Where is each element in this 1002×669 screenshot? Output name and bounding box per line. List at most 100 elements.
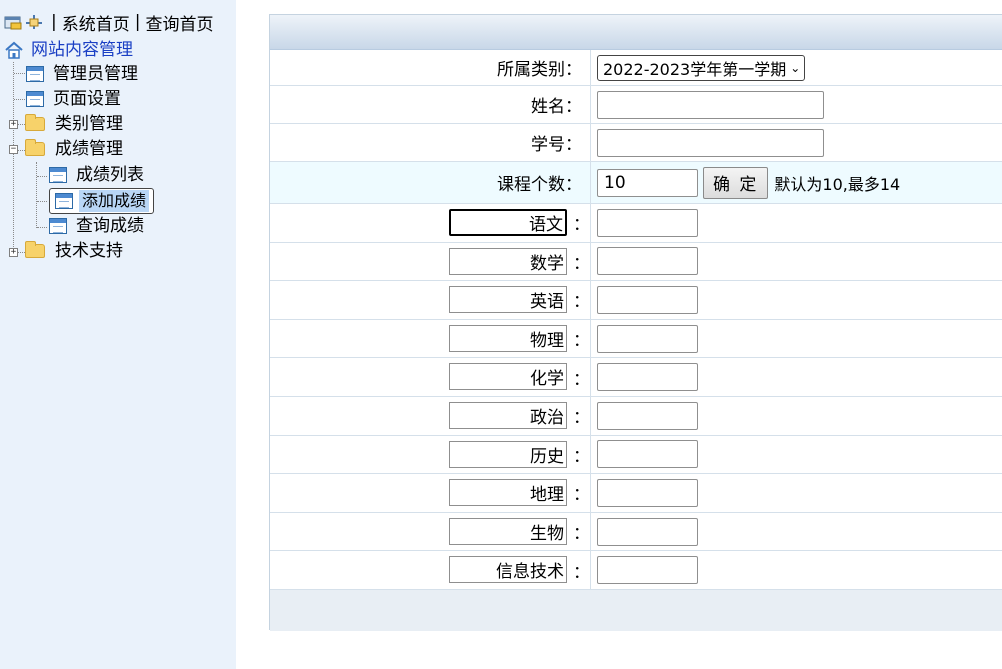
- page-icon: [55, 193, 73, 209]
- course-name-input[interactable]: [449, 324, 567, 352]
- course-count-input[interactable]: [597, 168, 698, 197]
- course-name-input[interactable]: [449, 363, 567, 391]
- add-score-panel: 所属类别： 2022-2023学年第一学期 ⌄ 姓名： 学号： 课程个数： 确 …: [269, 14, 1002, 631]
- course-score-input[interactable]: [597, 517, 698, 546]
- name-label: 姓名：: [531, 97, 582, 117]
- page-icon: [49, 218, 67, 234]
- colon: ：: [573, 562, 590, 583]
- category-label: 所属类别：: [497, 60, 582, 80]
- top-nav: | 系统首页 | 查询首页: [4, 10, 213, 35]
- course-row: ：: [270, 204, 1002, 243]
- tree-item-label: 成绩管理: [55, 139, 123, 159]
- network-icon: [25, 14, 43, 30]
- collapse-icon[interactable]: −: [9, 145, 18, 154]
- course-score-input[interactable]: [597, 247, 698, 276]
- panel-header: [270, 15, 1002, 50]
- course-name-input[interactable]: [449, 247, 567, 275]
- course-score-input[interactable]: [597, 208, 698, 237]
- student-id-label: 学号：: [531, 135, 582, 155]
- course-name-input[interactable]: [449, 209, 567, 236]
- course-name-input[interactable]: [449, 286, 567, 314]
- colon: ：: [573, 369, 590, 390]
- course-row: ：: [270, 551, 1002, 590]
- course-score-input[interactable]: [597, 363, 698, 392]
- confirm-button[interactable]: 确 定: [703, 166, 769, 199]
- course-score-input[interactable]: [597, 478, 698, 507]
- course-name-input[interactable]: [449, 556, 567, 584]
- tree-root-label: 网站内容管理: [31, 40, 133, 60]
- tree-item-category[interactable]: 类别管理: [25, 112, 126, 136]
- tree-line: [14, 99, 25, 100]
- course-row: ：: [270, 319, 1002, 359]
- course-name-input[interactable]: [449, 517, 567, 545]
- tree-line: [36, 162, 37, 228]
- system-home-link[interactable]: 系统首页: [62, 10, 130, 35]
- colon: ：: [573, 408, 590, 429]
- course-score-input[interactable]: [597, 285, 698, 314]
- name-input[interactable]: [597, 90, 824, 119]
- tree-line: [37, 227, 47, 228]
- toolbar-icon: [4, 14, 22, 30]
- tree-root[interactable]: 网站内容管理: [4, 38, 136, 62]
- tree-item-score-list[interactable]: 成绩列表: [49, 163, 147, 187]
- course-score-input[interactable]: [597, 324, 698, 353]
- tree-item-scores[interactable]: 成绩管理: [25, 137, 126, 161]
- course-score-input[interactable]: [597, 401, 698, 430]
- tree-line: [18, 150, 25, 151]
- nav-separator: |: [134, 12, 141, 32]
- folder-icon: [25, 114, 45, 131]
- tree-line: [14, 73, 25, 74]
- tree-item-query-score[interactable]: 查询成绩: [49, 214, 147, 238]
- course-name-input[interactable]: [449, 440, 567, 468]
- colon: ：: [573, 331, 590, 352]
- tree-line: [18, 252, 25, 253]
- tree-line: [18, 124, 25, 125]
- folder-icon: [25, 241, 45, 258]
- tree-item-label: 页面设置: [53, 89, 121, 109]
- tree-line: [13, 62, 14, 253]
- course-row: ：: [270, 512, 1002, 552]
- tree-item-label: 查询成绩: [76, 216, 144, 236]
- tree-item-label: 成绩列表: [76, 165, 144, 185]
- tree-item-page-settings[interactable]: 页面设置: [26, 87, 124, 111]
- course-name-input[interactable]: [449, 402, 567, 429]
- sidebar: | 系统首页 | 查询首页 网站内容管理 管理员管理 页面设置 + 类别管理 −…: [0, 0, 236, 669]
- course-name-input[interactable]: [449, 479, 567, 507]
- tree-line: [37, 201, 47, 202]
- colon: ：: [573, 485, 590, 506]
- tree-item-label: 类别管理: [55, 114, 123, 134]
- colon: ：: [573, 524, 590, 545]
- course-score-input[interactable]: [597, 440, 698, 469]
- tree-item-admin[interactable]: 管理员管理: [26, 62, 141, 86]
- query-home-link[interactable]: 查询首页: [145, 10, 213, 35]
- course-count-hint: 默认为10,最多14: [774, 174, 901, 194]
- colon: ：: [573, 215, 590, 236]
- course-row: ：: [270, 358, 1002, 397]
- nav-separator: |: [51, 12, 57, 32]
- category-row: 所属类别： 2022-2023学年第一学期 ⌄: [270, 50, 1002, 86]
- category-select[interactable]: 2022-2023学年第一学期 ⌄: [597, 54, 806, 81]
- colon: ：: [573, 292, 590, 313]
- tree-item-label: 添加成绩: [79, 190, 150, 212]
- course-score-input[interactable]: [597, 556, 698, 585]
- tree-item-add-score[interactable]: 添加成绩: [49, 188, 155, 214]
- course-count-row: 课程个数： 确 定 默认为10,最多14: [270, 162, 1002, 204]
- tree-line: [37, 176, 47, 177]
- student-id-input[interactable]: [597, 128, 824, 157]
- tree-item-label: 管理员管理: [53, 64, 138, 84]
- tree-item-label: 技术支持: [55, 241, 123, 261]
- expand-icon[interactable]: +: [9, 248, 18, 257]
- home-icon: [4, 41, 24, 59]
- colon: ：: [573, 446, 590, 467]
- course-row: ：: [270, 435, 1002, 475]
- course-row: ：: [270, 242, 1002, 282]
- tree-item-support[interactable]: 技术支持: [25, 239, 126, 263]
- page-icon: [49, 167, 67, 183]
- folder-open-icon: [25, 139, 45, 156]
- category-select-value: 2022-2023学年第一学期: [603, 59, 787, 79]
- page-icon: [26, 66, 44, 82]
- expand-icon[interactable]: +: [9, 120, 18, 129]
- panel-footer: [270, 589, 1002, 631]
- course-count-label: 课程个数：: [497, 175, 582, 195]
- page-icon: [26, 91, 44, 107]
